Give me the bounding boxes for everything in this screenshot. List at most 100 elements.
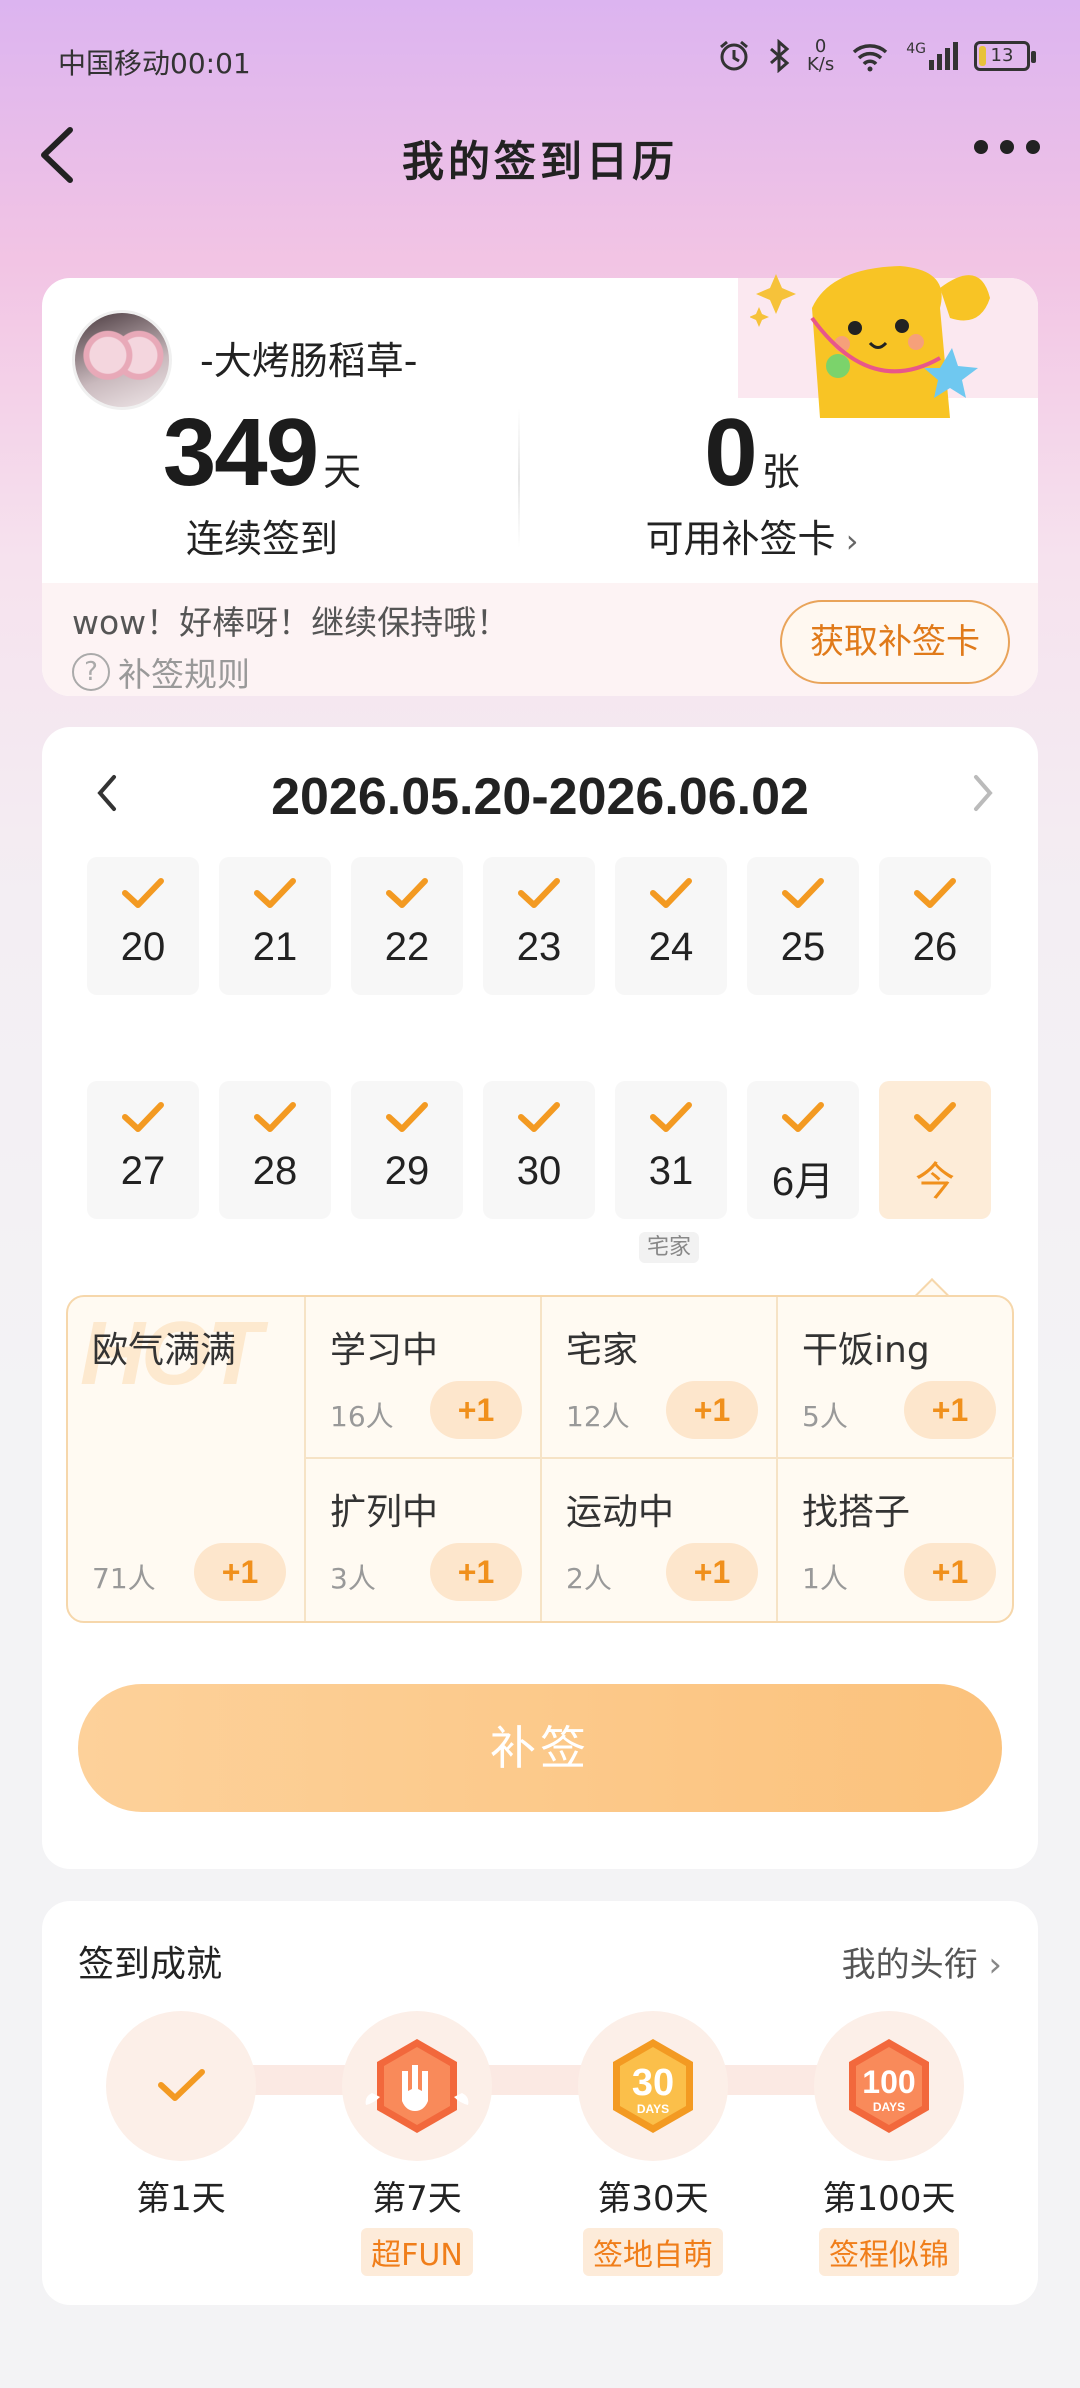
mood-count: 5人 [802,1400,848,1433]
day-number: 30 [516,1149,562,1193]
mood-item[interactable]: 宅家 12人 +1 [542,1297,778,1459]
streak-stat: 349 天 连续签到 [132,398,392,563]
check-icon [518,878,560,908]
more-button[interactable] [974,140,1040,154]
achievement-day: 第100天 [822,2179,956,2219]
calendar-day[interactable]: 23 [483,857,595,995]
calendar-day[interactable]: 29 [351,1081,463,1219]
mood-name: 宅家 [566,1330,639,1371]
calendar-day[interactable]: 20 [87,857,199,995]
calendar-day[interactable]: 6月 [747,1081,859,1219]
calendar-day[interactable]: 26 [879,857,991,995]
check-icon [914,878,956,908]
mood-item[interactable]: 扩列中 3人 +1 [306,1459,542,1621]
chevron-right-icon [974,775,993,811]
check-icon [122,878,164,908]
day-number: 24 [648,925,694,969]
mood-plus-one-button[interactable]: +1 [666,1381,758,1439]
calendar-day[interactable]: 21 [219,857,331,995]
check-icon [386,878,428,908]
day-number: 6月 [771,1160,835,1204]
check-icon [782,1102,824,1132]
mood-item[interactable]: HOT 欧气满满 71人 +1 [68,1297,306,1621]
rule-link[interactable]: ? 补签规则 [72,648,250,696]
day-mood-tag: 宅家 [639,1232,700,1263]
mood-item[interactable]: 运动中 2人 +1 [542,1459,778,1621]
mood-name: 学习中 [330,1330,439,1371]
calendar-day[interactable]: 24 [615,857,727,995]
avatar[interactable] [72,310,172,410]
mood-name: 扩列中 [330,1492,439,1533]
my-titles-link[interactable]: 我的头衔 › [842,1937,1002,1986]
mood-name: 欧气满满 [92,1330,237,1371]
day-number: 今 [915,1160,955,1204]
streak-label: 连续签到 [185,517,338,561]
battery-icon: 13 [974,41,1036,71]
day-number: 25 [780,925,826,969]
mood-selector: HOT 欧气满满 71人 +1 学习中 16人 +1 宅家 12人 +1 干饭i… [66,1295,1014,1623]
mood-plus-one-button[interactable]: +1 [904,1543,996,1601]
dot-icon [1000,140,1014,154]
streak-unit: 天 [323,450,362,494]
status-icons: 0 K/s 4G 13 [717,36,1036,75]
mood-count: 12人 [566,1400,630,1433]
makeup-signin-button[interactable]: 补签 [78,1684,1002,1812]
calendar-day[interactable]: 30 [483,1081,595,1219]
cards-value: 0 [704,399,757,506]
day-number: 29 [384,1149,430,1193]
next-range-button[interactable] [968,771,998,825]
mood-item[interactable]: 干饭ing 5人 +1 [778,1297,1014,1459]
stat-divider [518,408,520,548]
mood-plus-one-button[interactable]: +1 [904,1381,996,1439]
achievement-tag: 签地自萌 [583,2228,723,2276]
encouragement-text: wow！好棒呀！继续保持哦！ [72,603,510,642]
dot-icon [974,140,988,154]
achievement-badge: 100 DAYS [814,2011,964,2161]
achievement-tag: 超FUN [361,2228,473,2276]
mood-plus-one-button[interactable]: +1 [430,1543,522,1601]
rock-hand-badge-icon [365,2039,469,2133]
achievement-badge: 30 DAYS [578,2011,728,2161]
achievement-item[interactable]: 100 DAYS 第100天 签程似锦 [799,2011,979,2276]
calendar-day[interactable]: 25 [747,857,859,995]
makeup-cards-stat[interactable]: 0张 可用补签卡 › [602,398,902,563]
mood-plus-one-button[interactable]: +1 [666,1543,758,1601]
check-icon [386,1102,428,1132]
mood-plus-one-button[interactable]: +1 [194,1543,286,1601]
mood-count: 3人 [330,1562,376,1595]
calendar-day[interactable]: 28 [219,1081,331,1219]
day-number: 20 [120,925,166,969]
achievement-item[interactable]: 第7天 超FUN [327,2011,507,2276]
achievement-item[interactable]: 30 DAYS 第30天 签地自萌 [563,2011,743,2276]
chevron-right-icon: › [977,1945,1002,1985]
30-days-badge-icon: 30 DAYS [613,2039,693,2133]
achievement-badge [342,2011,492,2161]
badge-100-text: 100 [862,2064,915,2100]
achievement-day: 第30天 [597,2179,709,2219]
day-number: 22 [384,925,430,969]
page-title: 我的签到日历 [401,137,678,186]
calendar-day[interactable]: 31 [615,1081,727,1219]
get-makeup-card-button[interactable]: 获取补签卡 [780,600,1010,684]
check-icon [914,1102,956,1132]
mood-item[interactable]: 找搭子 1人 +1 [778,1459,1014,1621]
mood-name: 找搭子 [802,1492,911,1533]
signal-icon: 4G [906,42,958,70]
net-speed: 0 K/s [806,36,835,75]
day-number: 28 [252,1149,298,1193]
mood-name: 运动中 [566,1492,675,1533]
check-icon [254,878,296,908]
calendar-day-today[interactable]: 今 [879,1081,991,1219]
mood-plus-one-button[interactable]: +1 [430,1381,522,1439]
calendar-day[interactable]: 27 [87,1081,199,1219]
achievement-tag: 签程似锦 [819,2228,959,2276]
calendar-day[interactable]: 22 [351,857,463,995]
check-icon [518,1102,560,1132]
day-number: 23 [516,925,562,969]
achievement-item[interactable]: 第1天 [91,2011,271,2220]
mood-count: 16人 [330,1400,394,1433]
date-range: 2026.05.20-2026.06.02 [271,768,809,826]
achievements-title: 签到成就 [78,1944,223,1985]
mood-item[interactable]: 学习中 16人 +1 [306,1297,542,1459]
achievement-day: 第7天 [372,2179,462,2219]
